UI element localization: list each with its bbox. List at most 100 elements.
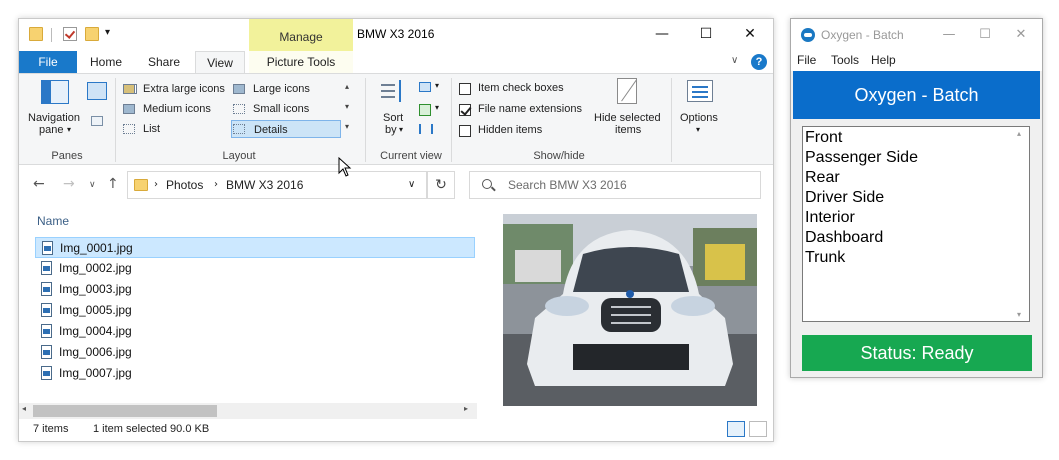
oxygen-menu-bar: File Tools Help xyxy=(791,51,1042,71)
forward-arrow-icon[interactable]: → xyxy=(63,176,75,192)
add-columns-icon[interactable] xyxy=(419,104,431,116)
folder-icon xyxy=(134,179,148,191)
file-name: Img_0007.jpg xyxy=(59,366,132,380)
menu-file[interactable]: File xyxy=(797,53,816,67)
address-bar[interactable]: › Photos › BMW X3 2016 ∨ xyxy=(127,171,427,199)
manage-context-tab[interactable]: Manage xyxy=(249,19,353,51)
collapse-ribbon-icon[interactable]: ∨ xyxy=(731,55,738,66)
group-by-icon[interactable] xyxy=(419,82,431,92)
breadcrumb-bmw-x3-2016[interactable]: BMW X3 2016 xyxy=(226,178,303,192)
details-view-button[interactable] xyxy=(727,421,745,437)
oxygen-list-scrollbar[interactable]: ▴ ▾ xyxy=(1015,127,1029,321)
menu-help[interactable]: Help xyxy=(871,53,896,67)
file-name-extensions-checkbox[interactable] xyxy=(459,104,471,116)
sort-dropdown-icon[interactable]: ▾ xyxy=(399,125,403,134)
back-arrow-icon[interactable]: ← xyxy=(33,176,45,192)
file-row[interactable]: Img_0007.jpg xyxy=(35,363,475,384)
tab-picture-tools[interactable]: Picture Tools xyxy=(249,51,353,73)
options-icon[interactable] xyxy=(687,80,713,102)
item-check-boxes-checkbox[interactable] xyxy=(459,83,471,95)
scroll-down-icon[interactable]: ▾ xyxy=(1017,310,1021,319)
navigation-bar: ← → ∨ ↑ › Photos › BMW X3 2016 ∨ ↻ Searc… xyxy=(19,167,773,203)
sort-by-label-2[interactable]: by xyxy=(385,124,397,136)
scroll-left-icon[interactable]: ◂ xyxy=(22,404,26,413)
search-input[interactable]: Search BMW X3 2016 xyxy=(508,178,627,192)
breadcrumb-photos[interactable]: Photos xyxy=(166,178,203,192)
file-row[interactable]: Img_0006.jpg xyxy=(35,342,475,363)
tab-share[interactable]: Share xyxy=(137,51,191,73)
customize-quick-access-icon[interactable]: ▾ xyxy=(105,27,110,38)
preview-pane-icon[interactable] xyxy=(87,82,107,100)
navigation-pane-dropdown-icon[interactable]: ▾ xyxy=(67,125,71,134)
item-check-boxes-label[interactable]: Item check boxes xyxy=(478,82,564,94)
layout-details[interactable]: Details xyxy=(231,120,341,138)
sort-by-label[interactable]: Sort xyxy=(383,112,403,124)
oxygen-maximize-button[interactable]: ☐ xyxy=(967,19,1003,51)
breadcrumb-chevron-icon[interactable]: › xyxy=(214,179,218,190)
navigation-pane-label[interactable]: Navigation xyxy=(28,112,80,124)
oxygen-shot-list[interactable]: Front Passenger Side Rear Driver Side In… xyxy=(802,126,1030,322)
options-label[interactable]: Options xyxy=(680,112,718,124)
file-row[interactable]: Img_0004.jpg xyxy=(35,321,475,342)
list-item[interactable]: Interior xyxy=(805,209,855,227)
recent-locations-icon[interactable]: ∨ xyxy=(89,180,96,190)
hide-selected-items-icon[interactable] xyxy=(617,78,637,104)
new-folder-icon[interactable] xyxy=(85,27,99,41)
close-button[interactable]: ✕ xyxy=(727,19,773,49)
hide-selected-items-label[interactable]: Hide selected xyxy=(594,112,661,124)
search-box[interactable]: Search BMW X3 2016 xyxy=(469,171,761,199)
layout-extra-large-icons[interactable]: Extra large icons xyxy=(121,80,225,98)
layout-more-icon[interactable]: ▾ xyxy=(345,122,349,131)
hide-selected-items-label-2[interactable]: items xyxy=(615,124,641,136)
horizontal-scrollbar[interactable]: ◂ ▸ xyxy=(19,403,477,419)
sort-by-icon[interactable] xyxy=(381,80,407,104)
maximize-button[interactable]: ☐ xyxy=(683,19,729,49)
list-item[interactable]: Trunk xyxy=(805,249,845,267)
navigation-pane-label-2[interactable]: pane xyxy=(39,124,63,136)
file-name-extensions-label[interactable]: File name extensions xyxy=(478,103,582,115)
file-name: Img_0001.jpg xyxy=(60,241,133,255)
image-file-icon xyxy=(42,241,53,255)
scrollbar-thumb[interactable] xyxy=(33,405,217,417)
refresh-button[interactable]: ↻ xyxy=(427,171,455,199)
file-name: Img_0006.jpg xyxy=(59,345,132,359)
list-item[interactable]: Front xyxy=(805,129,842,147)
file-row[interactable]: Img_0002.jpg xyxy=(35,258,475,279)
add-columns-dropdown-icon[interactable]: ▾ xyxy=(435,103,439,112)
menu-tools[interactable]: Tools xyxy=(831,53,859,67)
list-item[interactable]: Dashboard xyxy=(805,229,883,247)
tab-view[interactable]: View xyxy=(195,51,245,73)
tab-home[interactable]: Home xyxy=(81,51,131,73)
minimize-button[interactable]: — xyxy=(639,19,685,49)
file-row[interactable]: Img_0003.jpg xyxy=(35,279,475,300)
tab-file[interactable]: File xyxy=(19,51,77,73)
breadcrumb-chevron-icon[interactable]: › xyxy=(154,179,158,190)
layout-scroll-down-icon[interactable]: ▾ xyxy=(345,102,349,111)
window-title: BMW X3 2016 xyxy=(357,27,435,41)
group-by-dropdown-icon[interactable]: ▾ xyxy=(435,81,439,90)
hidden-items-checkbox[interactable] xyxy=(459,125,471,137)
hidden-items-label[interactable]: Hidden items xyxy=(478,124,542,136)
oxygen-window-title: Oxygen - Batch xyxy=(821,28,904,42)
navigation-pane-icon[interactable] xyxy=(41,80,69,104)
file-row[interactable]: Img_0005.jpg xyxy=(35,300,475,321)
layout-scroll-up-icon[interactable]: ▴ xyxy=(345,82,349,91)
scroll-up-icon[interactable]: ▴ xyxy=(1017,129,1021,138)
oxygen-minimize-button[interactable]: — xyxy=(931,19,967,51)
scroll-right-icon[interactable]: ▸ xyxy=(464,404,468,413)
layout-group-label: Layout xyxy=(222,150,256,162)
details-pane-icon[interactable] xyxy=(91,116,103,126)
list-item[interactable]: Rear xyxy=(805,169,840,187)
column-header-name[interactable]: Name xyxy=(37,214,69,228)
properties-icon[interactable] xyxy=(63,27,77,41)
options-dropdown-icon[interactable]: ▾ xyxy=(696,125,700,134)
address-dropdown-icon[interactable]: ∨ xyxy=(408,179,415,190)
oxygen-close-button[interactable]: ✕ xyxy=(1003,19,1039,51)
large-icons-view-button[interactable] xyxy=(749,421,767,437)
size-columns-to-fit-icon[interactable] xyxy=(419,124,433,134)
help-icon[interactable]: ? xyxy=(751,54,767,70)
file-row[interactable]: Img_0001.jpg xyxy=(35,237,475,258)
up-arrow-icon[interactable]: ↑ xyxy=(107,176,119,192)
list-item[interactable]: Driver Side xyxy=(805,189,884,207)
list-item[interactable]: Passenger Side xyxy=(805,149,918,167)
